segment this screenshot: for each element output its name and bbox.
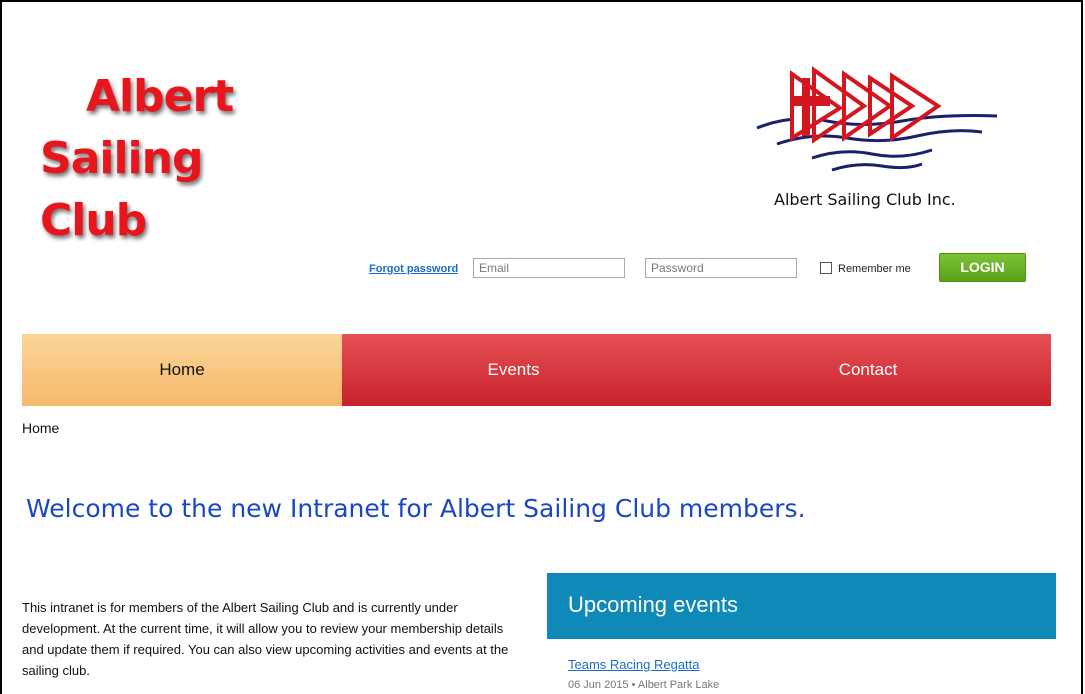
- remember-me-label: Remember me: [838, 263, 911, 275]
- forgot-password-link[interactable]: Forgot password: [369, 263, 458, 275]
- upcoming-events-title: Upcoming events: [568, 592, 738, 617]
- breadcrumb: Home: [22, 420, 60, 436]
- intro-text: This intranet is for members of the Albe…: [22, 600, 509, 678]
- nav-item-contact[interactable]: Contact: [685, 334, 1051, 406]
- site-title-line2: Sailing Club: [40, 133, 203, 246]
- password-input[interactable]: [645, 258, 797, 278]
- sailing-flags-icon: [756, 66, 998, 172]
- remember-me-checkbox[interactable]: [820, 262, 832, 274]
- site-title: Albert Sailing Club: [40, 66, 320, 252]
- logo-caption: Albert Sailing Club Inc.: [774, 190, 956, 209]
- nav-item-events[interactable]: Events: [342, 334, 685, 406]
- event-link[interactable]: Teams Racing Regatta: [568, 657, 700, 672]
- nav-item-home[interactable]: Home: [22, 334, 342, 406]
- upcoming-events-header: Upcoming events: [547, 573, 1056, 639]
- email-input[interactable]: [473, 258, 625, 278]
- login-bar: Forgot password Remember me LOGIN: [0, 253, 1085, 282]
- main-nav: Home Events Contact: [22, 334, 1051, 406]
- club-logo: Albert Sailing Club Inc.: [752, 66, 1002, 216]
- site-title-line1: Albert: [86, 71, 234, 122]
- login-button[interactable]: LOGIN: [939, 253, 1026, 282]
- page-title: Welcome to the new Intranet for Albert S…: [26, 494, 806, 523]
- event-meta: 06 Jun 2015 • Albert Park Lake: [568, 679, 720, 691]
